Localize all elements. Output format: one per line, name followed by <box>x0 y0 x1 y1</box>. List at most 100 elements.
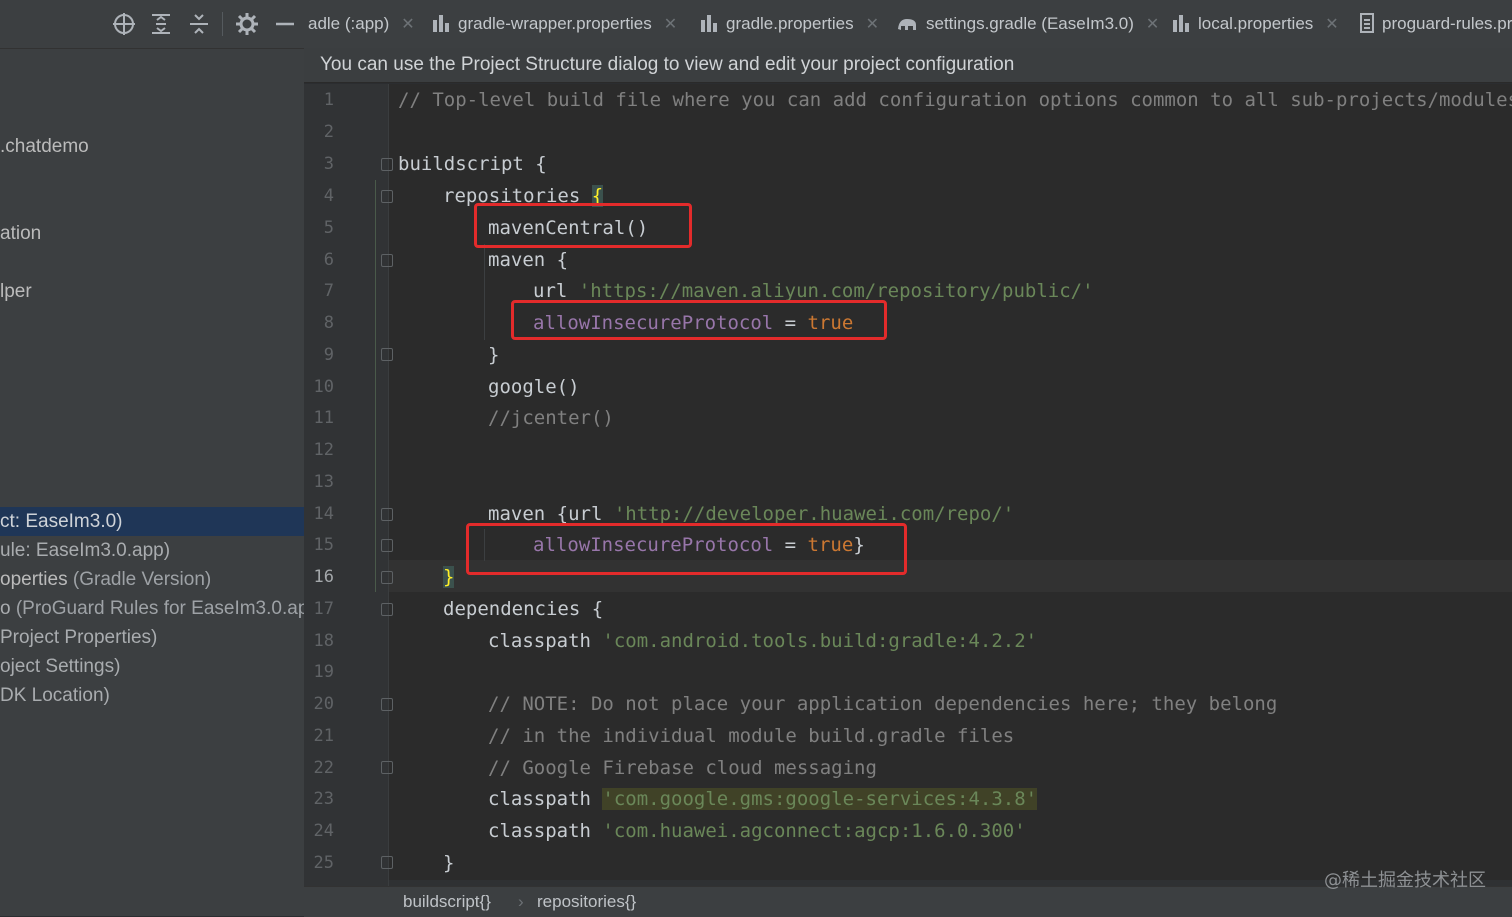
line-number: 7 <box>323 281 334 301</box>
fold-marker-icon[interactable] <box>381 190 393 203</box>
tree-item-project-build-gradle[interactable]: ct: EaseIm3.0) <box>0 507 304 536</box>
line-number: 13 <box>313 472 334 492</box>
breadcrumb-repositories[interactable]: repositories{} <box>537 887 636 917</box>
minimize-icon[interactable] <box>272 11 298 37</box>
tab-label: gradle-wrapper.properties <box>458 14 652 33</box>
properties-file-icon <box>700 4 718 32</box>
close-icon[interactable]: ✕ <box>1325 16 1338 33</box>
tree-item-gradle-properties[interactable]: Project Properties) <box>0 623 157 652</box>
tab-settings-gradle[interactable]: settings.gradle (EaseIm3.0) ✕ <box>896 0 1159 48</box>
line-number: 5 <box>323 218 334 238</box>
tab-app-build-gradle[interactable]: adle (:app) ✕ <box>308 0 415 48</box>
code-line-10: google() <box>488 376 580 398</box>
line-number: 14 <box>313 504 334 524</box>
tab-label: local.properties <box>1198 14 1314 33</box>
tree-item-helper[interactable]: lper <box>0 277 32 306</box>
project-toolbar <box>0 0 304 49</box>
line-number: 2 <box>323 122 334 142</box>
highlight-box-mavencentral <box>474 203 692 248</box>
fold-marker-icon[interactable] <box>381 761 393 774</box>
line-number: 17 <box>313 599 334 619</box>
expand-all-icon[interactable] <box>148 11 174 37</box>
highlight-box-allowinsecure-huawei <box>466 523 907 575</box>
toolbar-separator <box>222 12 223 36</box>
line-number: 18 <box>313 631 334 651</box>
line-number: 6 <box>323 250 334 270</box>
code-editor[interactable]: 1 2 3 4 5 6 7 8 9 10 11 12 13 14 15 16 1… <box>304 84 1512 886</box>
highlight-box-allowinsecure-aliyun <box>511 300 887 340</box>
tree-item-module[interactable]: .chatdemo <box>0 132 89 161</box>
breadcrumb-buildscript[interactable]: buildscript{} <box>403 887 491 917</box>
close-icon[interactable]: ✕ <box>1146 16 1159 33</box>
tree-item-module-build-gradle[interactable]: ule: EaseIm3.0.app) <box>0 536 170 565</box>
line-number: 1 <box>323 90 334 110</box>
fold-marker-icon[interactable] <box>381 158 393 171</box>
project-tool-window: .chatdemo ation lper ct: EaseIm3.0) ule:… <box>0 0 304 916</box>
line-number-current: 16 <box>313 567 334 587</box>
fold-marker-icon[interactable] <box>381 571 393 584</box>
tree-item-proguard[interactable]: o (ProGuard Rules for EaseIm3.0.ap <box>0 594 304 623</box>
line-number: 8 <box>323 313 334 333</box>
tree-item-application[interactable]: ation <box>0 219 41 248</box>
tab-local-properties[interactable]: local.properties ✕ <box>1172 0 1339 48</box>
code-line-18: classpath 'com.android.tools.build:gradl… <box>488 630 1038 652</box>
indent-guide <box>375 180 376 592</box>
fold-marker-icon[interactable] <box>381 603 393 616</box>
line-number: 11 <box>313 408 334 428</box>
line-number: 3 <box>323 154 334 174</box>
code-line-3: buildscript { <box>398 153 547 175</box>
code-line-17: dependencies { <box>443 598 604 620</box>
fold-marker-icon[interactable] <box>381 539 393 552</box>
fold-marker-icon[interactable] <box>381 348 393 361</box>
project-structure-banner: You can use the Project Structure dialog… <box>304 48 1512 83</box>
editor-tabs: adle (:app) ✕ gradle-wrapper.properties ✕ … <box>304 0 1512 49</box>
tab-label: adle (:app) <box>308 14 390 33</box>
banner-message: You can use the Project Structure dialog… <box>320 54 1015 75</box>
line-number: 10 <box>313 377 334 397</box>
tree-item-local-properties[interactable]: DK Location) <box>0 681 110 710</box>
properties-file-icon <box>1172 4 1190 32</box>
line-number: 21 <box>313 726 334 746</box>
indent-guide <box>484 244 485 340</box>
collapse-all-icon[interactable] <box>186 11 212 37</box>
tab-gradle-properties[interactable]: gradle.properties ✕ <box>700 0 879 48</box>
code-line-11: //jcenter() <box>488 407 614 429</box>
line-number: 4 <box>323 186 334 206</box>
close-icon[interactable]: ✕ <box>401 16 414 33</box>
tab-label: gradle.properties <box>726 14 854 33</box>
tab-proguard-rules[interactable]: proguard-rules.pr <box>1360 0 1512 48</box>
tree-item-settings-gradle[interactable]: oject Settings) <box>0 652 120 681</box>
code-line-6: maven { <box>488 249 569 271</box>
code-line-16: } <box>443 566 455 588</box>
line-number: 19 <box>313 662 334 682</box>
fold-marker-icon[interactable] <box>381 254 393 267</box>
line-number: 23 <box>313 789 334 809</box>
close-icon[interactable]: ✕ <box>664 16 677 33</box>
properties-file-icon <box>432 4 450 32</box>
tab-label: proguard-rules.pr <box>1382 14 1512 33</box>
tab-label: settings.gradle (EaseIm3.0) <box>926 14 1134 33</box>
line-number: 22 <box>313 758 334 778</box>
code-line-23: classpath 'com.google.gms:google-service… <box>488 788 1038 810</box>
line-number: 12 <box>313 440 334 460</box>
crosshair-icon[interactable] <box>111 11 137 37</box>
tree-item-gradle-wrapper[interactable]: operties (Gradle Version) <box>0 565 211 594</box>
code-line-21: // in the individual module build.gradle… <box>488 725 1015 747</box>
line-number: 25 <box>313 853 334 873</box>
line-number: 9 <box>323 345 334 365</box>
breadcrumb-separator: › <box>518 892 524 911</box>
code-line-24: classpath 'com.huawei.agconnect:agcp:1.6… <box>488 820 1026 842</box>
fold-marker-icon[interactable] <box>381 698 393 711</box>
code-line-9: } <box>488 344 500 366</box>
gear-icon[interactable] <box>234 11 260 37</box>
close-icon[interactable]: ✕ <box>866 16 879 33</box>
code-line-22: // Google Firebase cloud messaging <box>488 757 877 779</box>
fold-marker-icon[interactable] <box>381 856 393 869</box>
fold-marker-icon[interactable] <box>381 508 393 521</box>
code-line-1: // Top-level build file where you can ad… <box>398 89 1512 111</box>
code-line-25: } <box>443 852 455 874</box>
gradle-elephant-icon <box>896 4 918 30</box>
tab-gradle-wrapper-properties[interactable]: gradle-wrapper.properties ✕ <box>432 0 677 48</box>
text-file-icon <box>1360 4 1374 33</box>
line-number: 15 <box>313 535 334 555</box>
